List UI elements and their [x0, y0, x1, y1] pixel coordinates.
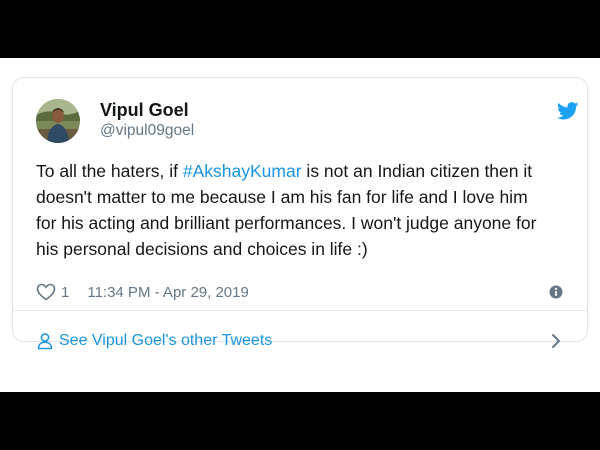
author-name[interactable]: Vipul Goel: [100, 100, 189, 121]
other-tweets-link[interactable]: See Vipul Goel's other Tweets: [36, 331, 272, 351]
tweet-timestamp[interactable]: 11:34 PM - Apr 29, 2019: [87, 284, 249, 301]
text-segment: To all the haters, if: [36, 161, 183, 181]
heart-icon[interactable]: [36, 283, 56, 301]
author-handle[interactable]: @vipul09goel: [100, 122, 194, 140]
like-count[interactable]: 1: [61, 284, 69, 301]
avatar[interactable]: [36, 99, 80, 143]
info-icon[interactable]: [549, 285, 563, 299]
tweet-text-line: for his acting and brilliant performance…: [36, 213, 537, 233]
hashtag-link[interactable]: #AkshayKumar: [183, 161, 302, 181]
twitter-bird-icon[interactable]: [557, 102, 579, 120]
tweet-text-line: doesn't matter to me because I am his fa…: [36, 187, 528, 207]
screenshot-area: Vipul Goel @vipul09goel To all the hater…: [0, 58, 600, 392]
other-tweets-label[interactable]: See Vipul Goel's other Tweets: [59, 332, 272, 350]
embedded-tweet-card: Vipul Goel @vipul09goel To all the hater…: [12, 77, 588, 350]
letterbox-top: [0, 0, 600, 58]
text-segment: is not an Indian citizen then it: [301, 161, 533, 181]
divider: [13, 310, 587, 311]
tweet-text: To all the haters, if #AkshayKumar is no…: [36, 158, 576, 262]
tweet-meta: 1 11:34 PM - Apr 29, 2019: [36, 282, 249, 302]
person-icon: [36, 332, 54, 350]
letterbox-bottom: [0, 392, 600, 450]
chevron-right-icon[interactable]: [549, 332, 563, 350]
tweet-text-line: To all the haters, if #AkshayKumar is no…: [36, 158, 576, 184]
tweet-text-line: his personal decisions and choices in li…: [36, 239, 368, 259]
